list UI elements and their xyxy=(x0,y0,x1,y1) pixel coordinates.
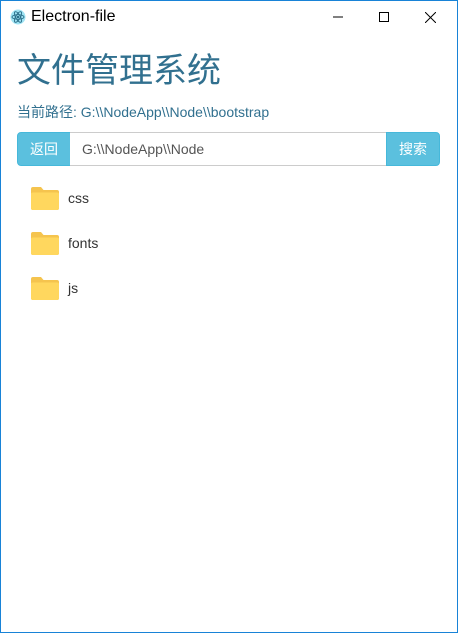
close-button[interactable] xyxy=(407,1,453,33)
back-button[interactable]: 返回 xyxy=(17,132,71,166)
window-title: Electron-file xyxy=(31,8,116,25)
minimize-button[interactable] xyxy=(315,1,361,33)
minimize-icon xyxy=(333,16,343,18)
file-item-js[interactable]: js xyxy=(31,271,411,316)
current-path-label: 当前路径: xyxy=(17,104,77,120)
folder-icon xyxy=(31,232,59,255)
current-path-value: G:\\NodeApp\\Node\\bootstrap xyxy=(80,104,270,120)
maximize-button[interactable] xyxy=(361,1,407,33)
file-list: css fonts js xyxy=(31,181,411,316)
path-search-group: 返回 搜索 xyxy=(17,132,440,166)
current-path: 当前路径: G:\\NodeApp\\Node\\bootstrap xyxy=(17,103,269,121)
path-input[interactable] xyxy=(70,132,387,166)
title-bar[interactable]: Electron-file xyxy=(1,1,457,33)
electron-app-icon xyxy=(10,9,26,25)
page-title: 文件管理系统 xyxy=(17,51,221,91)
file-name: css xyxy=(68,190,89,206)
folder-icon xyxy=(31,187,59,210)
maximize-icon xyxy=(379,12,389,22)
app-window: Electron-file 文件管理系统 当前路径: G:\\NodeApp\\… xyxy=(0,0,458,633)
file-name: fonts xyxy=(68,235,99,251)
search-button[interactable]: 搜索 xyxy=(386,132,440,166)
file-item-fonts[interactable]: fonts xyxy=(31,226,411,271)
folder-icon xyxy=(31,277,59,300)
file-item-css[interactable]: css xyxy=(31,181,411,226)
file-name: js xyxy=(68,280,79,296)
close-icon xyxy=(424,11,436,23)
